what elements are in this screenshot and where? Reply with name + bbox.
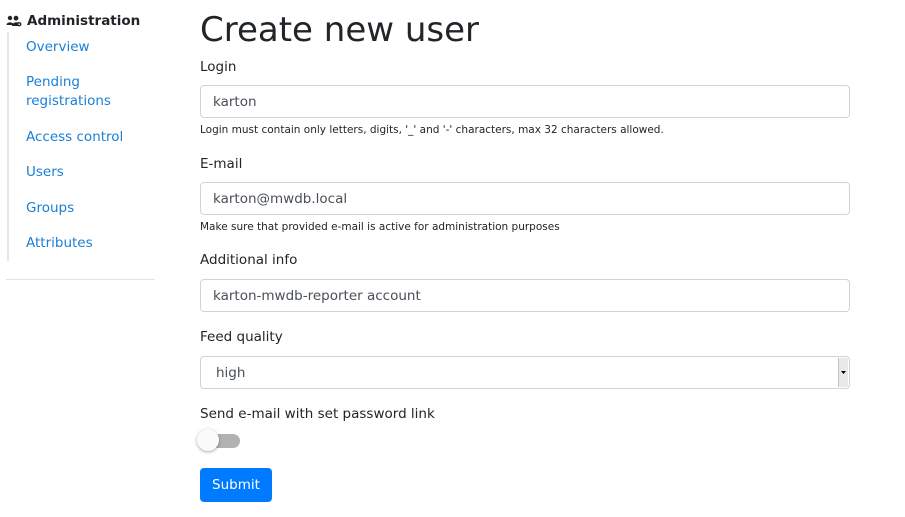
additional-info-input-value: karton-mwdb-reporter account	[213, 287, 421, 304]
additional-info-input[interactable]: karton-mwdb-reporter account	[200, 279, 850, 312]
login-label: Login	[200, 59, 237, 75]
toggle-knob	[197, 429, 219, 451]
sidebar-divider	[6, 279, 155, 280]
login-input[interactable]: karton	[200, 85, 850, 118]
feed-quality-selected-value: high	[216, 364, 246, 381]
sidebar-header: Administration	[6, 10, 156, 32]
feed-quality-label: Feed quality	[200, 329, 283, 345]
email-label: E-mail	[200, 156, 243, 172]
login-help-text: Login must contain only letters, digits,…	[200, 124, 664, 136]
users-cog-icon	[6, 15, 22, 27]
send-email-label: Send e-mail with set password link	[200, 406, 435, 422]
sidebar-item-groups[interactable]: Groups	[26, 199, 156, 218]
sidebar-item-access-control[interactable]: Access control	[26, 128, 156, 147]
select-arrow	[838, 358, 848, 387]
feed-quality-select[interactable]: high	[200, 356, 850, 389]
caret-down-icon	[841, 371, 846, 374]
email-input-value: karton@mwdb.local	[213, 190, 348, 207]
submit-button[interactable]: Submit	[200, 468, 272, 502]
sidebar: Administration Overview Pending registra…	[6, 10, 156, 261]
sidebar-item-users[interactable]: Users	[26, 163, 156, 182]
sidebar-item-attributes[interactable]: Attributes	[26, 234, 156, 253]
sidebar-nav: Overview Pending registrations Access co…	[7, 32, 156, 261]
login-input-value: karton	[213, 93, 257, 110]
send-email-toggle[interactable]	[197, 429, 242, 453]
additional-info-label: Additional info	[200, 252, 298, 268]
email-help-text: Make sure that provided e-mail is active…	[200, 221, 560, 233]
email-input[interactable]: karton@mwdb.local	[200, 182, 850, 215]
page-title: Create new user	[200, 10, 480, 50]
sidebar-header-label: Administration	[27, 13, 141, 29]
sidebar-item-pending-registrations[interactable]: Pending registrations	[26, 73, 121, 111]
sidebar-item-overview[interactable]: Overview	[26, 38, 156, 57]
